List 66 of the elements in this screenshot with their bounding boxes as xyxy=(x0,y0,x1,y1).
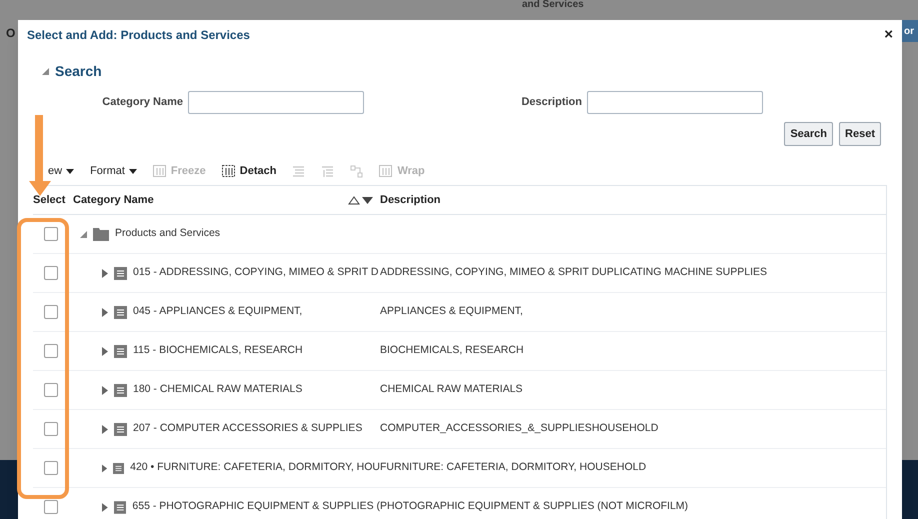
category-name-field[interactable] xyxy=(188,90,364,114)
description-field[interactable] xyxy=(587,90,763,114)
document-icon xyxy=(114,306,127,318)
indent-icon xyxy=(321,164,334,178)
wrap-icon xyxy=(379,165,392,177)
description-cell-text: BIOCHEMICALS, RESEARCH xyxy=(380,343,524,358)
category-name-cell-text: 420 • FURNITURE: CAFETERIA, DORMITORY, HOU xyxy=(130,460,380,476)
rows-icon xyxy=(292,164,306,178)
document-icon xyxy=(114,422,127,436)
column-header: Select xyxy=(33,192,66,208)
category-name-cell-text: 655 - PHOTOGRAPHIC EQUIPMENT & SUPPLIES ( xyxy=(132,499,380,514)
dialog-title: Select and Add: Products and Services xyxy=(27,26,250,44)
select-checkbox[interactable] xyxy=(44,344,58,358)
field-label: Category Name xyxy=(102,94,183,110)
sort-arrows-icon[interactable] xyxy=(348,196,374,204)
expand-triangle-icon[interactable] xyxy=(102,464,108,472)
category-name-cell-text: 207 - COMPUTER ACCESSORIES & SUPPLIES xyxy=(133,421,362,436)
category-name-cell-text: 180 - CHEMICAL RAW MATERIALS xyxy=(133,382,302,398)
document-icon xyxy=(114,500,126,514)
grid-icon xyxy=(152,165,166,177)
description-cell-text: CHEMICAL RAW MATERIALS xyxy=(380,382,523,398)
description-cell-text: APPLIANCES & EQUIPMENT, xyxy=(380,304,523,320)
select-checkbox[interactable] xyxy=(44,461,58,475)
column-header: Description xyxy=(379,192,441,208)
dropdown-caret-icon xyxy=(66,168,74,174)
dropdown-caret-icon xyxy=(128,168,137,174)
category-name-cell-text: Products and Services xyxy=(115,226,220,242)
document-icon xyxy=(114,266,127,280)
description-cell-text: FURNITURE: CAFETERIA, DORMITORY, HOUSEHOLD xyxy=(380,460,646,476)
backdrop-text: and Services xyxy=(522,0,584,10)
category-name-cell-text: 045 - APPLIANCES & EQUIPMENT, xyxy=(133,304,302,320)
select-checkbox[interactable] xyxy=(44,227,58,241)
search-button[interactable]: Search xyxy=(784,122,834,146)
menu-button[interactable]: ew xyxy=(48,162,74,180)
collapse-triangle-icon[interactable] xyxy=(42,68,49,75)
select-checkbox[interactable] xyxy=(44,266,58,280)
nodes-icon xyxy=(350,164,364,178)
category-name-cell-text: 015 - ADDRESSING, COPYING, MIMEO & SPRIT D xyxy=(133,265,378,280)
expand-triangle-icon[interactable] xyxy=(102,308,108,316)
grid-icon xyxy=(222,165,235,177)
section-title: Search xyxy=(55,62,102,81)
expand-triangle-icon[interactable] xyxy=(102,502,108,512)
menu-button[interactable]: Format xyxy=(90,162,137,180)
reset-button[interactable]: Reset xyxy=(839,122,881,146)
select-checkbox[interactable] xyxy=(44,305,58,319)
column-header[interactable]: Category Name xyxy=(73,192,348,208)
expand-triangle-icon[interactable] xyxy=(102,424,108,434)
field-label: Description xyxy=(521,94,582,110)
select-checkbox[interactable] xyxy=(44,422,58,436)
document-icon xyxy=(114,384,127,396)
backdrop-text: O xyxy=(6,25,16,42)
collapse-triangle-icon[interactable] xyxy=(80,230,87,238)
close-button[interactable]: × xyxy=(884,27,893,42)
description-cell-text: ADDRESSING, COPYING, MIMEO & SPRIT DUPLICATING MACHINE SUPPLIES xyxy=(380,265,768,280)
expand-triangle-icon[interactable] xyxy=(102,268,108,278)
select-checkbox[interactable] xyxy=(44,500,58,514)
description-cell-text: COMPUTER_ACCESSORIES_&_SUPPLIESHOUSEHOLD xyxy=(380,421,658,436)
folder-icon xyxy=(93,228,109,240)
select-checkbox[interactable] xyxy=(44,383,58,397)
expand-triangle-icon[interactable] xyxy=(102,346,108,356)
category-name-cell-text: 115 - BIOCHEMICALS, RESEARCH xyxy=(133,343,303,358)
expand-triangle-icon[interactable] xyxy=(102,386,108,394)
document-icon xyxy=(114,344,127,358)
document-icon xyxy=(113,462,124,474)
description-cell-text: PHOTOGRAPHIC EQUIPMENT & SUPPLIES (NOT MICROFILM) xyxy=(380,499,688,514)
toolbar-button[interactable]: Detach xyxy=(222,162,276,180)
